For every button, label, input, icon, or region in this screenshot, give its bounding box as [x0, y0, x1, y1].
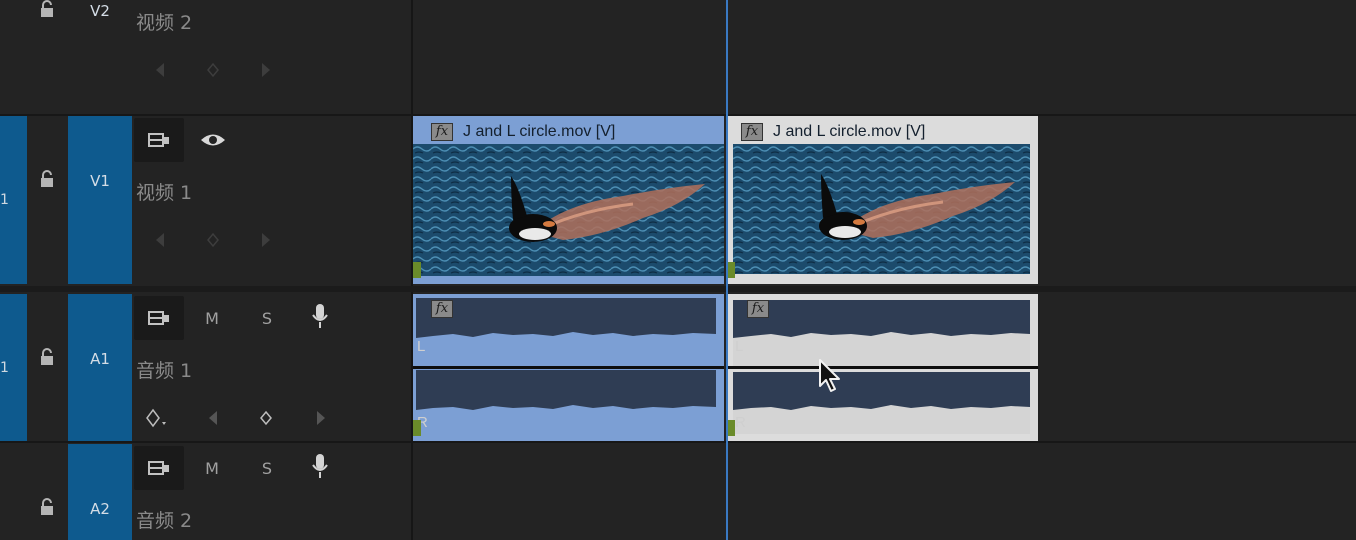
- keyframe-next-icon[interactable]: [313, 410, 329, 426]
- fx-badge-icon[interactable]: fx: [747, 300, 769, 318]
- track-target-a1[interactable]: A1: [68, 294, 132, 441]
- channel-label-left: L: [735, 338, 744, 355]
- clip-thumbnail: [733, 144, 1030, 274]
- mute-track-button[interactable]: M: [200, 456, 224, 480]
- toggle-output-button[interactable]: [199, 128, 227, 152]
- video-clip-right-selected[interactable]: fx J and L circle.mov [V]: [727, 116, 1038, 284]
- track-name-a1: 音频 1: [136, 360, 193, 382]
- toggle-sync-lock-button[interactable]: [134, 118, 184, 162]
- keyframe-prev-icon[interactable]: [205, 410, 221, 426]
- track-target-a2[interactable]: A2: [68, 444, 132, 540]
- track-separator: [0, 441, 1356, 443]
- toggle-sync-lock-button[interactable]: [134, 446, 184, 490]
- track-header-a1: 1 A1 M S 音频 1: [0, 294, 411, 441]
- channel-divider: [413, 366, 724, 369]
- toggle-sync-lock-icon: [148, 461, 169, 475]
- keyframe-next-icon[interactable]: [258, 62, 274, 78]
- voice-over-record-button[interactable]: [308, 454, 332, 478]
- source-patch-v1[interactable]: 1: [0, 116, 27, 284]
- fx-badge-icon[interactable]: fx: [431, 123, 453, 141]
- solo-track-button[interactable]: S: [255, 306, 279, 330]
- track-separator: [0, 114, 1356, 116]
- clip-edge-marker: [413, 262, 421, 278]
- keyframe-add-icon[interactable]: [205, 232, 221, 248]
- orca-thumbnail-image: [733, 144, 1030, 274]
- lock-icon[interactable]: [38, 348, 56, 366]
- track-header-a2: A2 M S 音频 2: [0, 444, 411, 540]
- keyframe-next-icon[interactable]: [258, 232, 274, 248]
- fx-badge-icon[interactable]: fx: [431, 300, 453, 318]
- playhead-line[interactable]: [726, 0, 728, 540]
- track-target-v2[interactable]: V2: [68, 0, 132, 40]
- channel-divider: [727, 366, 1038, 369]
- channel-label-right: R: [735, 414, 746, 431]
- track-headers-panel: V2 视频 2 1 V1 视频 1 1 A1 M S 音频 1 A2 M S 音…: [0, 0, 411, 540]
- track-header-v1: 1 V1 视频 1: [0, 116, 411, 284]
- keyframe-add-icon[interactable]: [258, 410, 274, 426]
- orca-thumbnail-image: [413, 144, 724, 276]
- track-name-v1: 视频 1: [136, 182, 193, 204]
- voice-over-record-button[interactable]: [308, 304, 332, 328]
- track-header-v2: V2 视频 2: [0, 0, 411, 114]
- source-patch-a1[interactable]: 1: [0, 294, 27, 441]
- audio-clip-left[interactable]: fx L R: [413, 294, 724, 441]
- clip-edge-marker: [727, 262, 735, 278]
- keyframe-add-icon[interactable]: [205, 62, 221, 78]
- clip-edge-marker: [413, 420, 421, 436]
- track-target-v1[interactable]: V1: [68, 116, 132, 284]
- clip-title: J and L circle.mov [V]: [463, 123, 616, 140]
- toggle-sync-lock-icon: [148, 133, 169, 147]
- clip-edge-marker: [727, 420, 735, 436]
- clip-header: fx J and L circle.mov [V]: [741, 120, 925, 144]
- video-clip-left[interactable]: fx J and L circle.mov [V]: [413, 116, 724, 284]
- timeline-tracks-area[interactable]: fx J and L circle.mov [V] fx J and L cir…: [413, 0, 1356, 540]
- track-name-a2: 音频 2: [136, 510, 193, 532]
- clip-thumbnail: [413, 144, 724, 276]
- microphone-icon: [312, 454, 328, 478]
- clip-header: fx J and L circle.mov [V]: [431, 120, 615, 144]
- lock-icon[interactable]: [38, 170, 56, 188]
- channel-label-left: L: [417, 338, 426, 355]
- audio-clip-right-selected[interactable]: fx L R: [727, 294, 1038, 441]
- solo-track-button[interactable]: S: [255, 456, 279, 480]
- fx-badge-icon[interactable]: fx: [741, 123, 763, 141]
- video-audio-separator: [0, 286, 1356, 292]
- keyframe-add-icon[interactable]: [145, 408, 169, 428]
- microphone-icon: [312, 304, 328, 328]
- eye-icon: [201, 134, 225, 146]
- keyframe-prev-icon[interactable]: [152, 62, 168, 78]
- toggle-sync-lock-icon: [148, 311, 169, 325]
- audio-waveform: fx L R: [727, 294, 1038, 441]
- keyframe-prev-icon[interactable]: [152, 232, 168, 248]
- clip-title: J and L circle.mov [V]: [773, 123, 926, 140]
- track-name-v2: 视频 2: [136, 12, 193, 34]
- toggle-sync-lock-button[interactable]: [134, 296, 184, 340]
- lock-icon[interactable]: [38, 498, 56, 516]
- audio-waveform: fx L R: [413, 294, 724, 441]
- lock-icon[interactable]: [38, 0, 56, 18]
- mouse-cursor-icon: [819, 359, 840, 392]
- mute-track-button[interactable]: M: [200, 306, 224, 330]
